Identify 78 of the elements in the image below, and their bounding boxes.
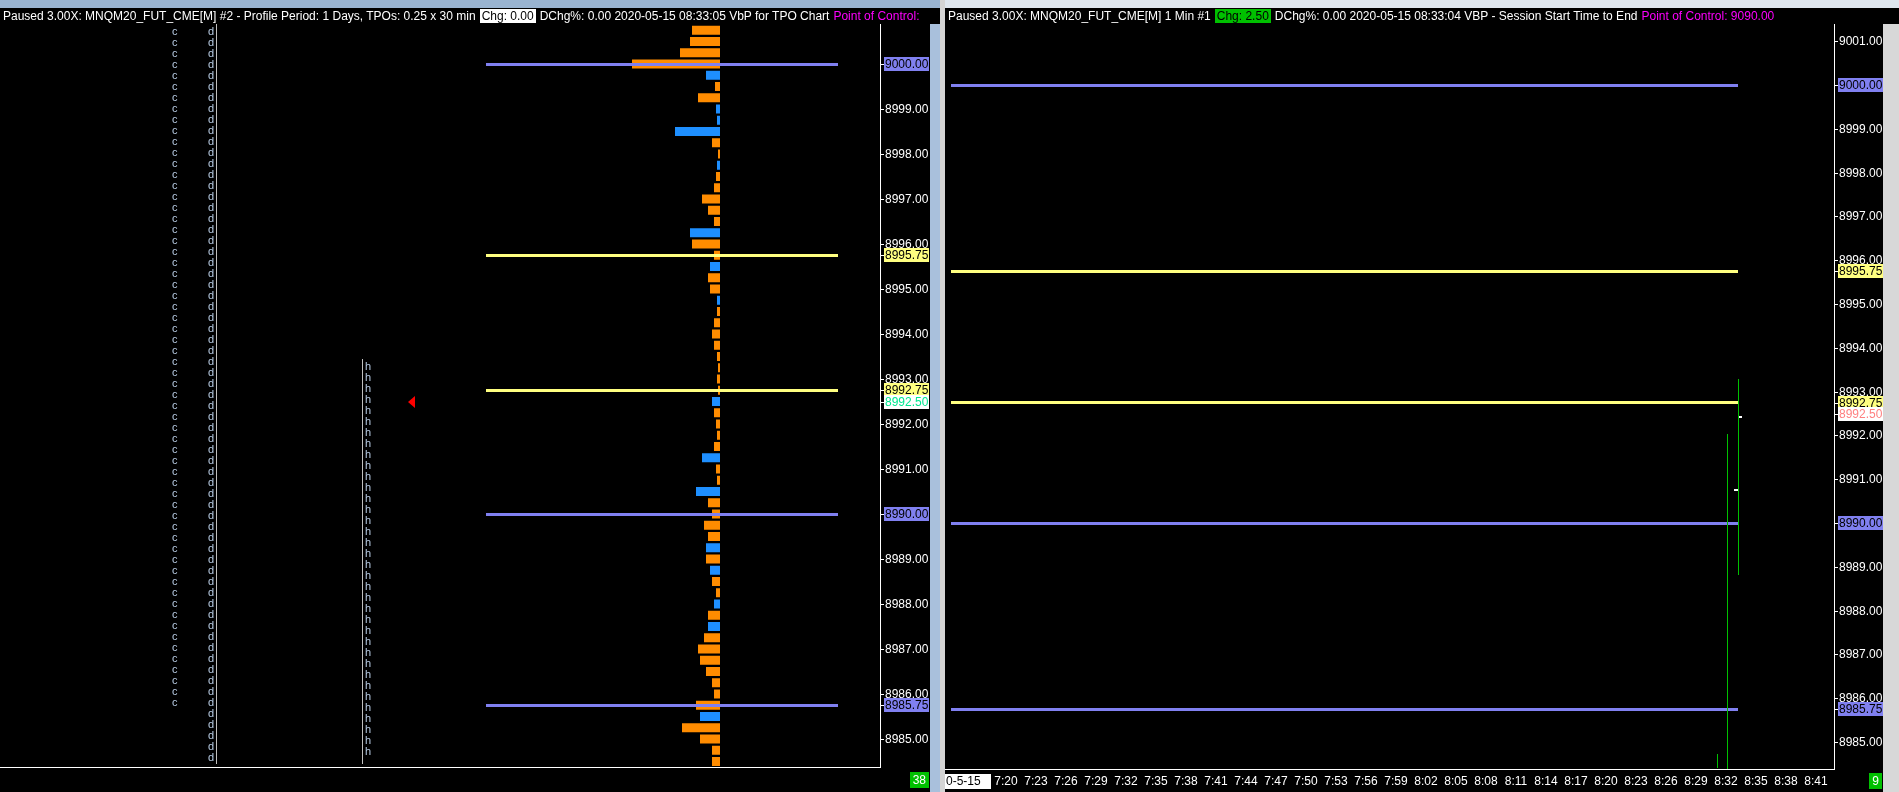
time-tick-label: 8:32	[1713, 773, 1739, 790]
price-tick-label: 8991.00	[1838, 472, 1884, 487]
time-tick-label: 7:38	[1173, 773, 1199, 790]
time-tick-label: 7:53	[1323, 773, 1349, 790]
price-tick-label: 8996.00	[884, 237, 930, 251]
time-tick-label: 7:20	[993, 773, 1019, 790]
time-tick-label: 7:35	[1143, 773, 1169, 790]
time-tick-label: 7:44	[1233, 773, 1259, 790]
price-tick-label: 8995.00	[1838, 297, 1884, 311]
price-tick-label: 8988.00	[1838, 603, 1884, 618]
price-level-label: 8995.75	[1838, 264, 1884, 279]
counter-badge: 9	[1869, 773, 1882, 789]
price-tick-label: 8985.00	[884, 732, 930, 746]
time-tick-label: 7:50	[1293, 773, 1319, 790]
counter-badge: 38	[909, 772, 929, 788]
price-level-label: 8990.00	[1838, 516, 1884, 530]
time-tick-label: 7:41	[1203, 773, 1229, 790]
time-tick-label: 7:26	[1053, 773, 1079, 790]
point-of-control-label: Point of Control:	[833, 9, 920, 23]
time-tick-label: 8:05	[1443, 773, 1469, 790]
chart-info-text: Paused 3.00X: MNQM20_FUT_CME[M] #2 - Profile Period: 1 Days, TPOs: 0.25 x 30 min	[3, 9, 476, 23]
time-tick-label: 7:59	[1383, 773, 1409, 790]
time-tick-label: 8:02	[1413, 773, 1439, 790]
time-tick-label: 8:17	[1563, 773, 1589, 790]
price-tick-label: 8989.00	[1838, 559, 1884, 574]
price-tick-label: 8998.00	[884, 147, 930, 161]
price-level-label: 8985.75	[1838, 702, 1884, 717]
chart-info-text: Paused 3.00X: MNQM20_FUT_CME[M] 1 Min #1	[948, 9, 1211, 23]
last-price-label: 8992.50	[1838, 406, 1884, 421]
price-tick-label: 8997.00	[884, 192, 930, 206]
time-tick-label: 7:29	[1083, 773, 1109, 790]
price-tick-label: 8991.00	[884, 462, 930, 476]
price-level-label: 9000.00	[1838, 78, 1884, 92]
price-tick-label: 8985.00	[1838, 735, 1884, 749]
time-tick-label: 8:35	[1743, 773, 1769, 790]
time-tick-label: 7:32	[1113, 773, 1139, 790]
price-tick-label: 8998.00	[1838, 165, 1884, 180]
price-level-label: 9000.00	[884, 57, 930, 71]
chart-info-text: DChg%: 0.00 2020-05-15 08:33:04 VBP - Session Start Time to End	[1274, 9, 1638, 23]
price-tick-label: 8987.00	[1838, 647, 1884, 662]
price-tick-label: 8999.00	[1838, 121, 1884, 136]
point-of-control-label: Point of Control: 9090.00	[1641, 9, 1775, 23]
time-tick-label: 7:47	[1263, 773, 1289, 790]
time-tick-label: 8:41	[1803, 773, 1829, 790]
change-badge: Chg: 2.50	[1214, 9, 1271, 23]
price-tick-label: 8997.00	[1838, 209, 1884, 224]
price-tick-label: 8999.00	[884, 102, 930, 116]
price-tick-label: 8987.00	[884, 642, 930, 656]
date-label: 0-5-15	[945, 773, 991, 789]
price-level-label: 8985.75	[884, 698, 930, 713]
price-level-label: 8990.00	[884, 507, 930, 521]
price-tick-label: 8994.00	[1838, 340, 1884, 355]
triangle-marker-icon	[408, 396, 415, 408]
time-tick-label: 8:20	[1593, 773, 1619, 790]
price-level-label: 8995.75	[884, 248, 930, 263]
price-tick-label: 8988.00	[884, 597, 930, 611]
price-tick-label: 8992.00	[1838, 428, 1884, 443]
price-tick-label: 8989.00	[884, 552, 930, 566]
price-tick-label: 8986.00	[884, 687, 930, 701]
time-tick-label: 7:23	[1023, 773, 1049, 790]
tpo-letter-column: cccccccccccccccccccccccccccccccccccccccccccccccccccccccccccccc	[172, 26, 179, 708]
price-tick-label: 8993.00	[884, 372, 930, 386]
time-tick-label: 8:29	[1683, 773, 1709, 790]
tpo-letter-column: ddddddddddddddddddddddddddddddddddddddddddddddddddddddddddddddddddd	[208, 26, 215, 763]
price-tick-label: 8992.00	[884, 417, 930, 431]
time-tick-label: 8:23	[1623, 773, 1649, 790]
price-tick-label: 9001.00	[1838, 34, 1884, 49]
time-tick-label: 8:11	[1503, 773, 1529, 790]
time-tick-label: 8:08	[1473, 773, 1499, 790]
price-tick-label: 8995.00	[884, 282, 930, 296]
time-tick-label: 7:56	[1353, 773, 1379, 790]
price-tick-label: 8994.00	[884, 327, 930, 341]
time-tick-label: 8:38	[1773, 773, 1799, 790]
tpo-letter-column: hhhhhhhhhhhhhhhhhhhhhhhhhhhhhhhhhhhh	[365, 361, 372, 757]
chart-info-text: DChg%: 0.00 2020-05-15 08:33:05 VbP for TPO Chart	[539, 9, 830, 23]
time-tick-label: 8:26	[1653, 773, 1679, 790]
change-badge: Chg: 0.00	[479, 9, 536, 23]
time-tick-label: 8:14	[1533, 773, 1559, 790]
